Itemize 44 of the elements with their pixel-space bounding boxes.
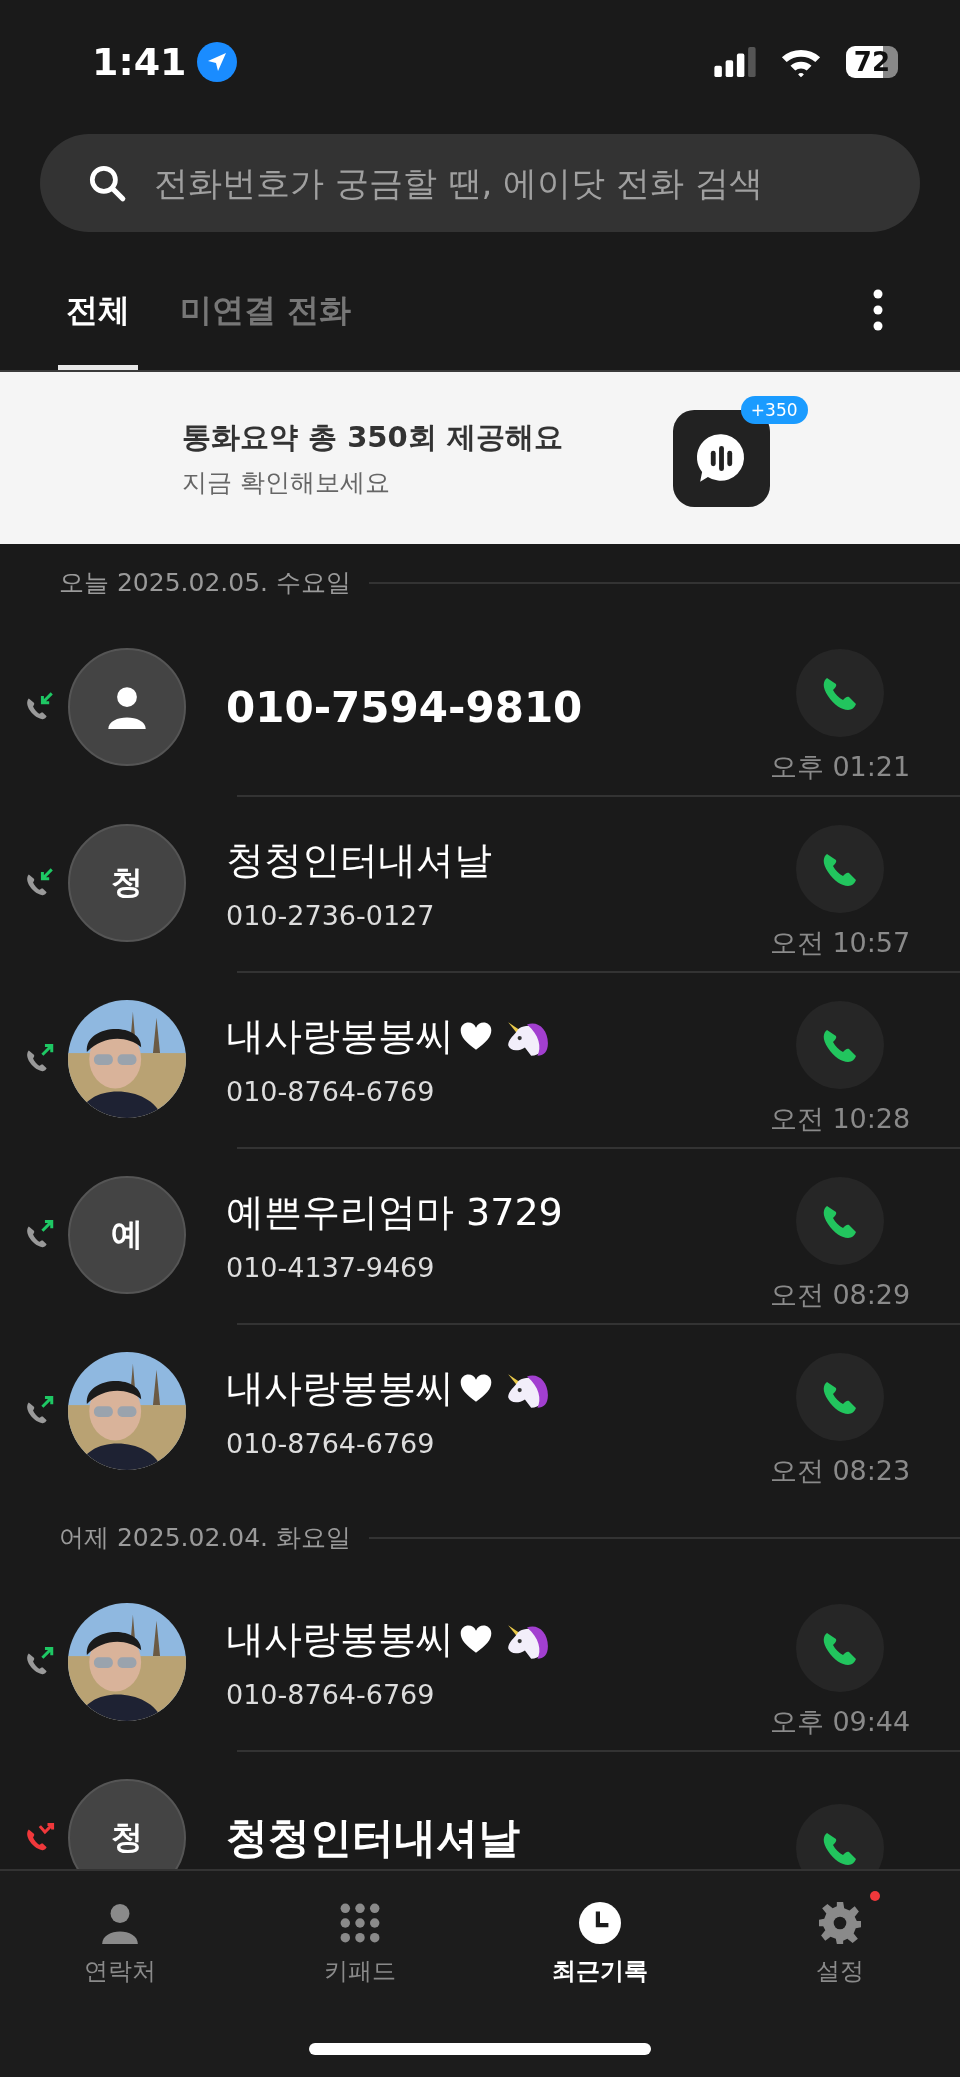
phone-number: 010-4137-9469 — [226, 1252, 436, 1283]
nav-tab[interactable]: 최근기록 — [480, 1885, 720, 1989]
phone-number: 010-2736-0127 — [226, 900, 436, 931]
phone-number: 010-8764-6769 — [226, 1076, 436, 1107]
phone-number: 010-8764-6769 — [226, 1428, 436, 1459]
phone-number: 010-8764-6769 — [226, 1679, 436, 1710]
tab[interactable]: 미연결 전화 — [172, 289, 360, 370]
contact-name: 내사랑봉봉씨 — [226, 1013, 454, 1060]
nav-tab[interactable]: 설정 — [720, 1885, 960, 1989]
date-header: 오늘 2025.02.05. 수요일 — [59, 567, 351, 599]
call-time: 오전 08:23 — [769, 1454, 911, 1488]
avatar-initial: 예 — [111, 1214, 143, 1255]
contact-name: 청청인터내셔날 — [226, 837, 492, 884]
more-icon[interactable] — [872, 288, 884, 332]
settings-icon — [819, 1902, 861, 1944]
contact-name: 청청인터내셔날 — [226, 1812, 520, 1864]
battery-indicator: 72 — [845, 46, 898, 78]
contact-name: 내사랑봉봉씨 — [226, 1365, 454, 1412]
signal-icon — [713, 47, 756, 77]
banner-title: 통화요약 총 350회 제공해요 — [182, 418, 563, 456]
search-field[interactable]: 전화번호가 궁금할 땐, 에이닷 전화 검색 — [40, 134, 920, 232]
call-button[interactable] — [796, 1804, 884, 1869]
count-badge: +350 — [740, 395, 808, 424]
clock-icon — [579, 1902, 621, 1944]
nav-tab[interactable]: 키패드 — [240, 1885, 480, 1989]
call-time: 오전 08:29 — [769, 1278, 911, 1312]
date-header: 어제 2025.02.04. 화요일 — [59, 1522, 351, 1554]
banner-subtitle: 지금 확인해보세요 — [182, 466, 391, 499]
keypad-icon — [339, 1902, 381, 1944]
call-time: 오전 10:28 — [769, 1102, 911, 1136]
promo-banner[interactable]: 통화요약 총 350회 제공해요 지금 확인해보세요 +350 — [0, 372, 960, 544]
location-icon — [196, 42, 237, 82]
contact-name: 010-7594-9810 — [226, 682, 583, 732]
contact-name: 예쁜우리엄마 3729 — [226, 1189, 563, 1236]
call-time: 오후 01:21 — [769, 750, 911, 784]
contact-name: 내사랑봉봉씨 — [226, 1616, 454, 1663]
status-time: 1:41 — [92, 40, 187, 84]
person-icon — [99, 1902, 141, 1944]
call-time: 오후 09:44 — [769, 1705, 911, 1739]
call-time: 오전 10:57 — [769, 926, 911, 960]
nav-tab[interactable]: 연락처 — [0, 1885, 240, 1989]
person-icon — [105, 685, 149, 729]
avatar-initial: 청 — [111, 1817, 143, 1858]
avatar-initial: 청 — [111, 862, 143, 903]
